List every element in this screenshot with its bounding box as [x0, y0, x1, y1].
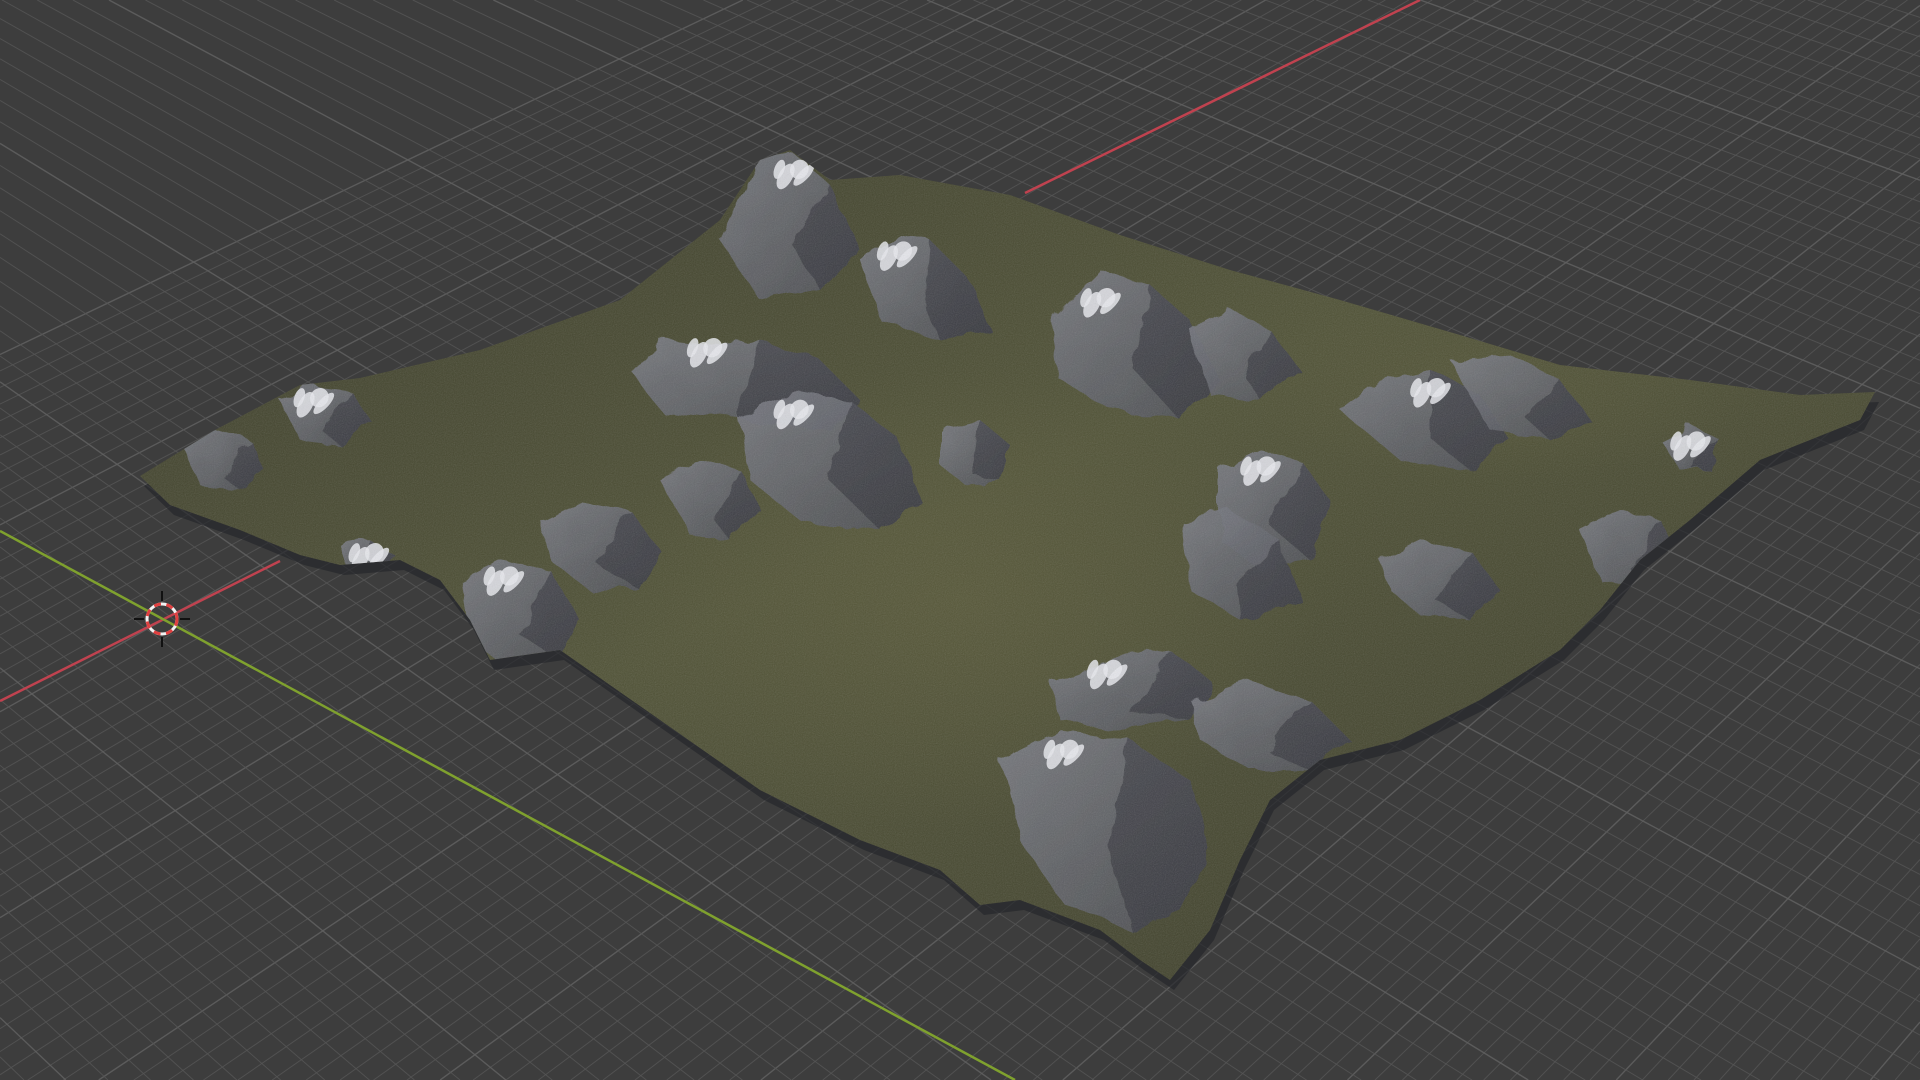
3d-viewport[interactable] [0, 0, 1920, 1080]
terrain-mesh[interactable] [0, 0, 1920, 1080]
viewport-scene[interactable] [0, 0, 1920, 1080]
x-axis-line [1024, 0, 1421, 195]
